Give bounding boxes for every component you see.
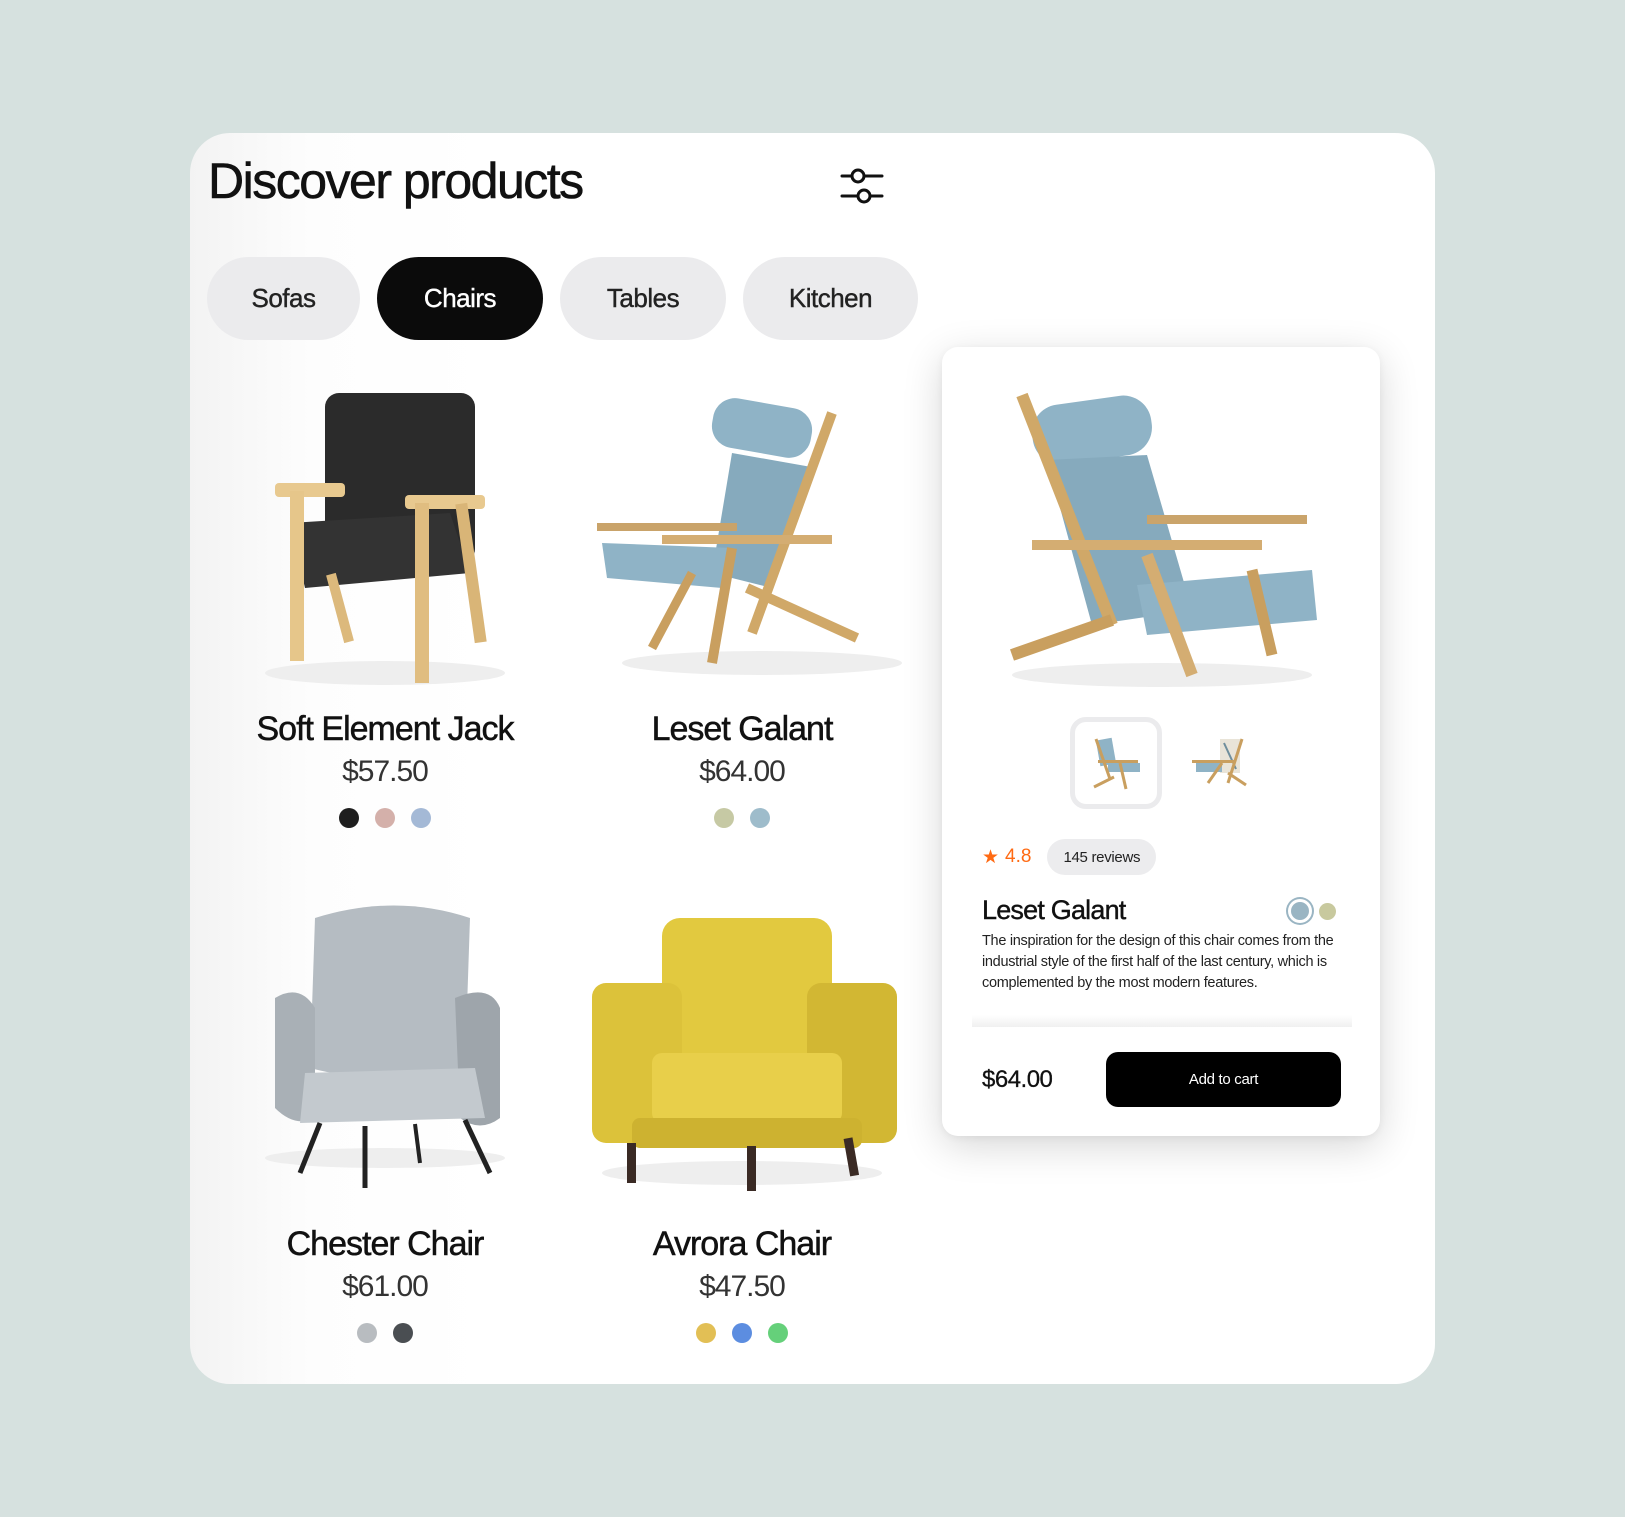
product-image [572,888,912,1218]
color-swatch[interactable] [732,1322,752,1343]
color-swatch[interactable] [411,807,431,828]
chair-thumbnail-icon [1093,737,1140,790]
page-title: Discover products [208,153,585,210]
product-image [215,373,555,703]
detail-price: $64.00 [982,1065,1053,1093]
product-price: $61.00 [342,1269,429,1303]
lounge-chair-blue-image [597,398,902,675]
purchase-bar: $64.00 Add to cart [982,1052,1342,1107]
filter-button[interactable] [835,159,889,213]
color-swatches [215,807,555,828]
product-image [215,888,555,1218]
sliders-icon [840,168,884,204]
armchair-yellow-image [592,918,897,1191]
rating: ★ 4.8 [982,846,1031,869]
product-name: Soft Element Jack [256,710,515,748]
color-option[interactable] [1319,902,1336,920]
color-swatch[interactable] [714,807,734,828]
tab-chairs[interactable]: Chairs [377,257,543,340]
product-description: The inspiration for the design of this c… [982,933,1334,991]
thumbnail-back-view[interactable] [1174,717,1266,809]
product-price: $64.00 [699,754,786,788]
add-to-cart-button[interactable]: Add to cart [1106,1052,1341,1107]
color-swatches [572,1322,912,1343]
product-card[interactable]: Soft Element Jack $57.50 [215,373,555,828]
color-swatch[interactable] [375,807,395,828]
color-swatches [572,807,912,828]
lounge-chair-blue-large-image [1010,392,1317,687]
divider [972,1015,1352,1027]
product-card[interactable]: Leset Galant $64.00 [572,373,912,828]
product-price: $57.50 [342,754,429,788]
color-swatch[interactable] [357,1322,377,1343]
product-name: Avrora Chair [652,1225,833,1263]
chair-grey-image [265,905,505,1188]
product-hero-image [972,375,1352,695]
armchair-black-image [265,393,505,685]
color-swatch[interactable] [393,1322,413,1343]
detail-color-options [1291,902,1336,920]
chair-thumbnail-icon [1192,738,1247,787]
tab-tables[interactable]: Tables [560,257,726,340]
category-tabs: Sofas Chairs Tables Kitchen [207,257,918,340]
tab-kitchen[interactable]: Kitchen [743,257,918,340]
thumbnail-front-view[interactable] [1070,717,1162,809]
tab-sofas[interactable]: Sofas [207,257,360,340]
color-option-selected[interactable] [1291,902,1309,920]
star-icon: ★ [982,846,1000,868]
rating-row: ★ 4.8 145 reviews [982,839,1157,875]
product-name: Chester Chair [286,1225,484,1263]
product-price: $47.50 [699,1269,786,1303]
color-swatch[interactable] [750,807,770,828]
color-swatches [215,1322,555,1343]
product-name: Leset Galant [651,710,833,748]
product-card[interactable]: Avrora Chair $47.50 [572,888,912,1343]
color-swatch[interactable] [768,1322,788,1343]
reviews-chip[interactable]: 145 reviews [1047,839,1157,875]
rating-value: 4.8 [1005,846,1032,867]
product-image [572,373,912,703]
product-detail-panel: ★ 4.8 145 reviews Leset Galant The inspi… [942,347,1380,1136]
image-thumbnails [1070,717,1266,809]
color-swatch[interactable] [339,807,359,828]
product-card[interactable]: Chester Chair $61.00 [215,888,555,1343]
detail-product-name: Leset Galant [982,895,1127,925]
color-swatch[interactable] [696,1322,716,1343]
